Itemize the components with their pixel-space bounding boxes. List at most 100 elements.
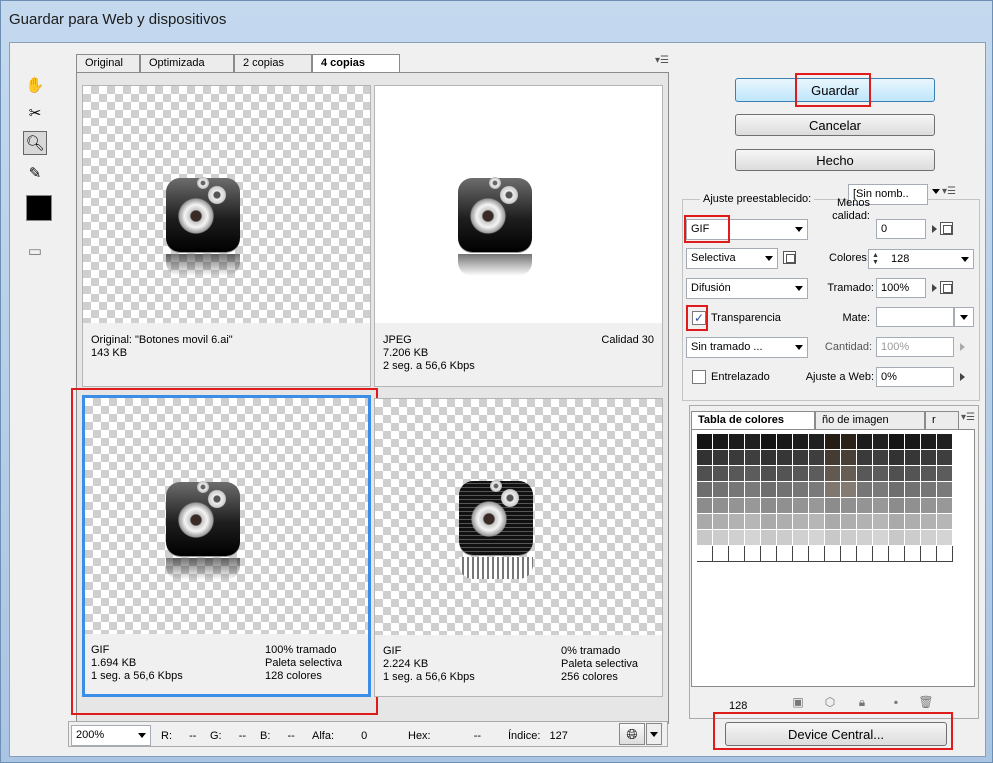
color-swatch[interactable] — [889, 546, 905, 562]
preview-pane-original[interactable]: Original: "Botones movil 6.ai" 143 KB — [82, 85, 371, 387]
panel-menu-icon[interactable]: ▾☰ — [655, 55, 669, 66]
hand-tool-icon[interactable]: ✋ — [23, 73, 47, 97]
color-swatch[interactable] — [713, 482, 729, 498]
preview-pane-gif[interactable]: GIF 2.224 KB 1 seg. a 56,6 Kbps 0% trama… — [374, 398, 663, 697]
color-swatch[interactable] — [857, 482, 873, 498]
color-swatch[interactable] — [825, 434, 841, 450]
color-swatch[interactable] — [697, 434, 713, 450]
color-swatch[interactable] — [809, 466, 825, 482]
color-swatches[interactable] — [697, 434, 953, 562]
color-swatch[interactable] — [905, 498, 921, 514]
color-swatch[interactable] — [697, 514, 713, 530]
quality-slider-arrow-icon[interactable] — [932, 225, 937, 233]
color-swatch[interactable] — [761, 530, 777, 546]
color-swatch[interactable] — [857, 450, 873, 466]
quality-mask-icon[interactable] — [940, 222, 953, 235]
color-swatch[interactable] — [761, 466, 777, 482]
color-swatch[interactable] — [857, 498, 873, 514]
color-swatch[interactable] — [745, 498, 761, 514]
color-table-grid[interactable] — [691, 429, 975, 687]
color-swatch[interactable] — [921, 466, 937, 482]
color-swatch[interactable] — [921, 434, 937, 450]
color-swatch[interactable] — [889, 514, 905, 530]
color-swatch[interactable] — [937, 530, 953, 546]
transparency-dither-select[interactable]: Sin tramado ... — [686, 337, 808, 358]
color-swatch[interactable] — [745, 434, 761, 450]
tab-image-size[interactable]: ño de imagen — [815, 411, 925, 429]
color-swatch[interactable] — [745, 466, 761, 482]
color-swatch[interactable] — [745, 514, 761, 530]
color-swatch[interactable] — [809, 530, 825, 546]
color-swatch[interactable] — [713, 530, 729, 546]
color-swatch[interactable] — [825, 546, 841, 562]
color-swatch[interactable] — [873, 450, 889, 466]
color-swatch[interactable] — [809, 514, 825, 530]
color-swatch[interactable] — [921, 546, 937, 562]
color-swatch[interactable] — [841, 498, 857, 514]
color-swatch[interactable] — [873, 530, 889, 546]
color-swatch[interactable] — [761, 482, 777, 498]
color-swatch[interactable] — [937, 514, 953, 530]
toggle-slices-icon[interactable]: ▭ — [23, 239, 47, 263]
color-swatch[interactable] — [761, 546, 777, 562]
color-swatch[interactable] — [729, 498, 745, 514]
settings-menu-icon[interactable]: ▾☰ — [942, 186, 956, 197]
palette-select[interactable]: Selectiva — [686, 248, 778, 269]
color-swatch[interactable] — [873, 514, 889, 530]
color-swatch[interactable] — [777, 434, 793, 450]
matte-select[interactable] — [876, 307, 954, 327]
tab-color-table[interactable]: Tabla de colores — [691, 411, 815, 430]
color-swatch[interactable] — [713, 546, 729, 562]
device-central-button[interactable]: Device Central... — [725, 722, 947, 746]
color-swatch[interactable] — [857, 530, 873, 546]
color-panel-menu-icon[interactable]: ▾☰ — [961, 412, 975, 423]
dither-select[interactable]: Difusión — [686, 278, 808, 299]
color-swatch[interactable] — [921, 514, 937, 530]
color-swatch[interactable] — [841, 450, 857, 466]
color-swatch[interactable] — [745, 530, 761, 546]
color-swatch[interactable] — [873, 434, 889, 450]
colors-stepper-icon[interactable]: ▲ ▼ — [872, 252, 879, 266]
tab-layers[interactable]: r — [925, 411, 959, 429]
color-swatch[interactable] — [889, 466, 905, 482]
color-swatch[interactable] — [697, 466, 713, 482]
color-swatch[interactable] — [793, 530, 809, 546]
map-transparency-icon[interactable]: ▣ — [790, 695, 806, 709]
matte-dropdown-button[interactable] — [954, 307, 974, 327]
color-swatch[interactable] — [937, 546, 953, 562]
color-swatch[interactable] — [713, 514, 729, 530]
color-swatch[interactable] — [729, 530, 745, 546]
eyedropper-color-swatch[interactable] — [26, 195, 52, 221]
color-swatch[interactable] — [777, 530, 793, 546]
color-swatch[interactable] — [745, 482, 761, 498]
color-swatch[interactable] — [857, 514, 873, 530]
color-swatch[interactable] — [905, 530, 921, 546]
color-swatch[interactable] — [937, 450, 953, 466]
browser-menu-button[interactable] — [646, 723, 662, 745]
interlaced-checkbox[interactable] — [692, 370, 706, 384]
color-swatch[interactable] — [809, 546, 825, 562]
palette-mask-icon[interactable] — [783, 251, 796, 264]
save-button[interactable]: Guardar — [735, 78, 935, 102]
color-swatch[interactable] — [745, 450, 761, 466]
color-swatch[interactable] — [761, 434, 777, 450]
color-swatch[interactable] — [825, 498, 841, 514]
preview-pane-jpeg[interactable]: JPEG 7.206 KB 2 seg. a 56,6 Kbps Calidad… — [374, 85, 663, 387]
zoom-select[interactable]: 200% — [71, 725, 151, 746]
color-swatch[interactable] — [857, 546, 873, 562]
color-swatch[interactable] — [873, 498, 889, 514]
color-swatch[interactable] — [729, 450, 745, 466]
lock-color-icon[interactable]: 🔒︎ — [854, 695, 870, 709]
chevron-down-icon[interactable] — [932, 189, 940, 194]
quality-field[interactable]: 0 — [876, 219, 926, 239]
web-snap-slider-arrow-icon[interactable] — [960, 373, 965, 381]
color-swatch[interactable] — [793, 482, 809, 498]
color-swatch[interactable] — [905, 466, 921, 482]
color-swatch[interactable] — [729, 434, 745, 450]
color-swatch[interactable] — [841, 434, 857, 450]
color-swatch[interactable] — [825, 530, 841, 546]
color-swatch[interactable] — [937, 482, 953, 498]
color-swatch[interactable] — [697, 530, 713, 546]
color-swatch[interactable] — [921, 530, 937, 546]
tab-original[interactable]: Original — [76, 54, 140, 72]
